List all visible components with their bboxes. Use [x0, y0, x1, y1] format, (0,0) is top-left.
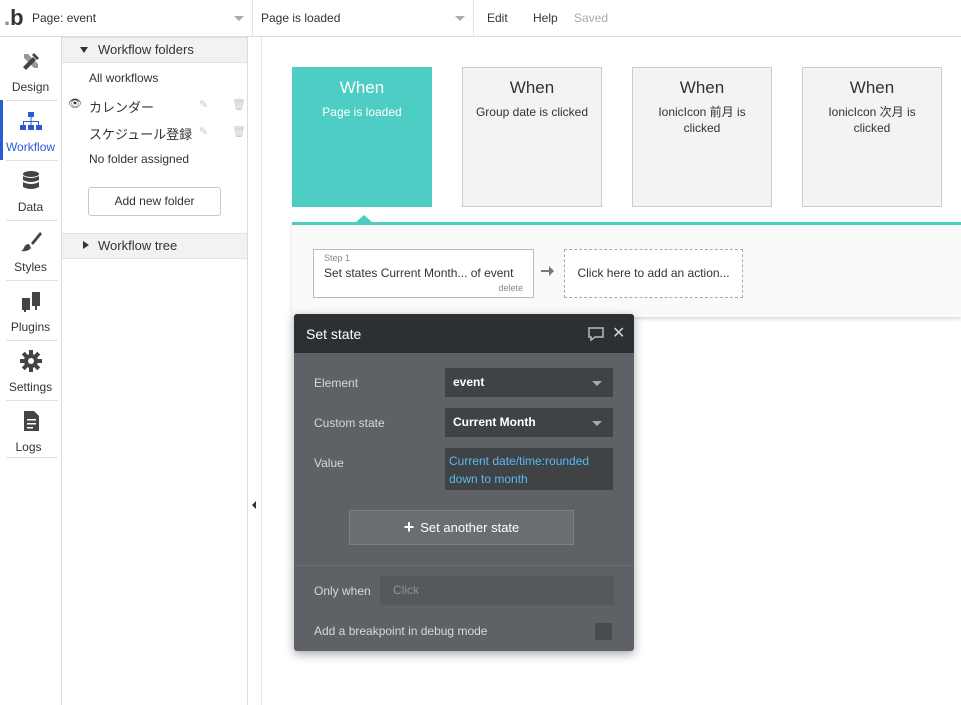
event-card-group-date[interactable]: When Group date is clicked	[462, 67, 602, 207]
event-description: Page is loaded	[322, 105, 402, 119]
action-row: Step 1 Set states Current Month... of ev…	[292, 222, 961, 317]
chevron-down-icon	[592, 381, 602, 386]
chevron-down-icon	[455, 16, 465, 21]
chevron-down-icon	[234, 16, 244, 21]
event-card-next-month[interactable]: When IonicIcon 次月 is clicked	[802, 67, 942, 207]
menu-help[interactable]: Help	[533, 0, 558, 37]
add-action-button[interactable]: Click here to add an action...	[564, 249, 743, 298]
event-when: When	[339, 78, 385, 97]
nav-label: Data	[17, 200, 44, 214]
eye-icon[interactable]: 👁	[68, 97, 82, 110]
step-number: Step 1	[324, 253, 351, 263]
brush-icon	[21, 232, 42, 252]
breakpoint-checkbox[interactable]	[595, 623, 612, 640]
value-expression-field[interactable]: Current date/time:rounded down to month	[445, 448, 613, 490]
bubble-logo[interactable]: .b	[4, 6, 24, 30]
plug-icon	[22, 292, 40, 312]
editor-header[interactable]: Set state ✕	[294, 314, 634, 353]
event-when: When	[679, 78, 725, 97]
nav-design[interactable]: Design	[0, 40, 61, 100]
all-workflows-link[interactable]: All workflows	[89, 71, 158, 85]
folder-item[interactable]: カレンダー	[89, 97, 154, 116]
nav-label: Styles	[14, 260, 47, 274]
page-selector[interactable]: Page: event	[24, 0, 253, 37]
event-selector[interactable]: Page is loaded	[253, 0, 474, 37]
trash-icon[interactable]: 🗑	[232, 125, 246, 138]
arrow-right-icon	[541, 266, 554, 276]
nav-label: Workflow	[5, 140, 56, 154]
nav-plugins[interactable]: Plugins	[0, 280, 61, 340]
nav-label: Plugins	[10, 320, 51, 334]
folders-header-label: Workflow folders	[98, 42, 194, 57]
only-when-label: Only when	[314, 584, 371, 598]
pencil-icon[interactable]: ✎	[199, 125, 208, 138]
pencil-icon[interactable]: ✎	[199, 98, 208, 111]
collapse-arrow-icon[interactable]	[252, 501, 256, 509]
menu-edit[interactable]: Edit	[487, 0, 508, 37]
workflow-tree-header[interactable]: Workflow tree	[62, 233, 247, 259]
only-when-input[interactable]: Click	[380, 576, 614, 605]
event-when: When	[849, 78, 895, 97]
add-new-folder-button[interactable]: Add new folder	[88, 187, 221, 216]
plus-icon: +	[403, 517, 415, 537]
caret-down-icon	[80, 47, 88, 53]
nav-styles[interactable]: Styles	[0, 220, 61, 280]
workflow-folders-header[interactable]: Workflow folders	[62, 37, 247, 63]
trash-icon[interactable]: 🗑	[232, 98, 246, 111]
element-dropdown[interactable]: event	[445, 368, 613, 397]
design-icon	[23, 53, 39, 70]
nav-label: Design	[11, 80, 50, 94]
event-description: IonicIcon 次月 is clicked	[828, 105, 916, 135]
top-bar: .b Page: event Page is loaded Edit Help …	[0, 0, 961, 37]
custom-state-dropdown[interactable]: Current Month	[445, 408, 613, 437]
breakpoint-label: Add a breakpoint in debug mode	[314, 624, 488, 638]
element-value: event	[453, 375, 485, 389]
nav-data[interactable]: Data	[0, 160, 61, 220]
page-selector-label: Page: event	[32, 11, 97, 25]
folder-item[interactable]: スケジュール登録	[89, 124, 192, 143]
no-folder-link[interactable]: No folder assigned	[89, 152, 189, 166]
event-description: Group date is clicked	[475, 105, 589, 119]
divider	[6, 457, 58, 458]
gear-icon	[20, 350, 42, 372]
step-1-box[interactable]: Step 1 Set states Current Month... of ev…	[313, 249, 534, 298]
event-card-page-loaded[interactable]: When Page is loaded	[292, 67, 432, 207]
event-description: IonicIcon 前月 is clicked	[658, 105, 746, 135]
delete-step-link[interactable]: delete	[498, 283, 523, 293]
set-state-editor: Set state ✕ Element event Custom state C…	[294, 314, 634, 651]
left-nav: Design Workflow Data Styles Plugins Sett…	[0, 37, 62, 705]
divider	[294, 565, 634, 566]
value-label: Value	[314, 456, 344, 470]
nav-workflow[interactable]: Workflow	[0, 100, 61, 160]
document-icon	[24, 411, 39, 431]
workflow-icon	[20, 112, 42, 130]
nav-label: Settings	[8, 380, 53, 394]
event-card-prev-month[interactable]: When IonicIcon 前月 is clicked	[632, 67, 772, 207]
custom-state-label: Custom state	[314, 416, 385, 430]
panel-splitter[interactable]	[248, 37, 262, 705]
caret-right-icon	[83, 241, 89, 249]
set-another-state-button[interactable]: + Set another state	[349, 510, 574, 545]
element-label: Element	[314, 376, 359, 390]
custom-state-value: Current Month	[453, 415, 536, 429]
step-text: Set states Current Month... of event	[324, 266, 514, 280]
save-status: Saved	[574, 11, 609, 25]
workflow-folders-panel: Workflow folders All workflows 👁 カレンダー ✎…	[62, 37, 248, 705]
database-icon	[23, 171, 39, 189]
event-selector-label: Page is loaded	[261, 11, 341, 25]
nav-settings[interactable]: Settings	[0, 340, 61, 400]
editor-title: Set state	[306, 326, 362, 342]
comment-icon[interactable]	[587, 326, 605, 342]
tree-header-label: Workflow tree	[98, 238, 178, 253]
set-another-label: Set another state	[420, 520, 520, 535]
event-when: When	[509, 78, 555, 97]
chevron-down-icon	[592, 421, 602, 426]
nav-label: Logs	[15, 440, 42, 454]
nav-logs[interactable]: Logs	[0, 400, 61, 460]
close-icon[interactable]: ✕	[612, 323, 625, 343]
